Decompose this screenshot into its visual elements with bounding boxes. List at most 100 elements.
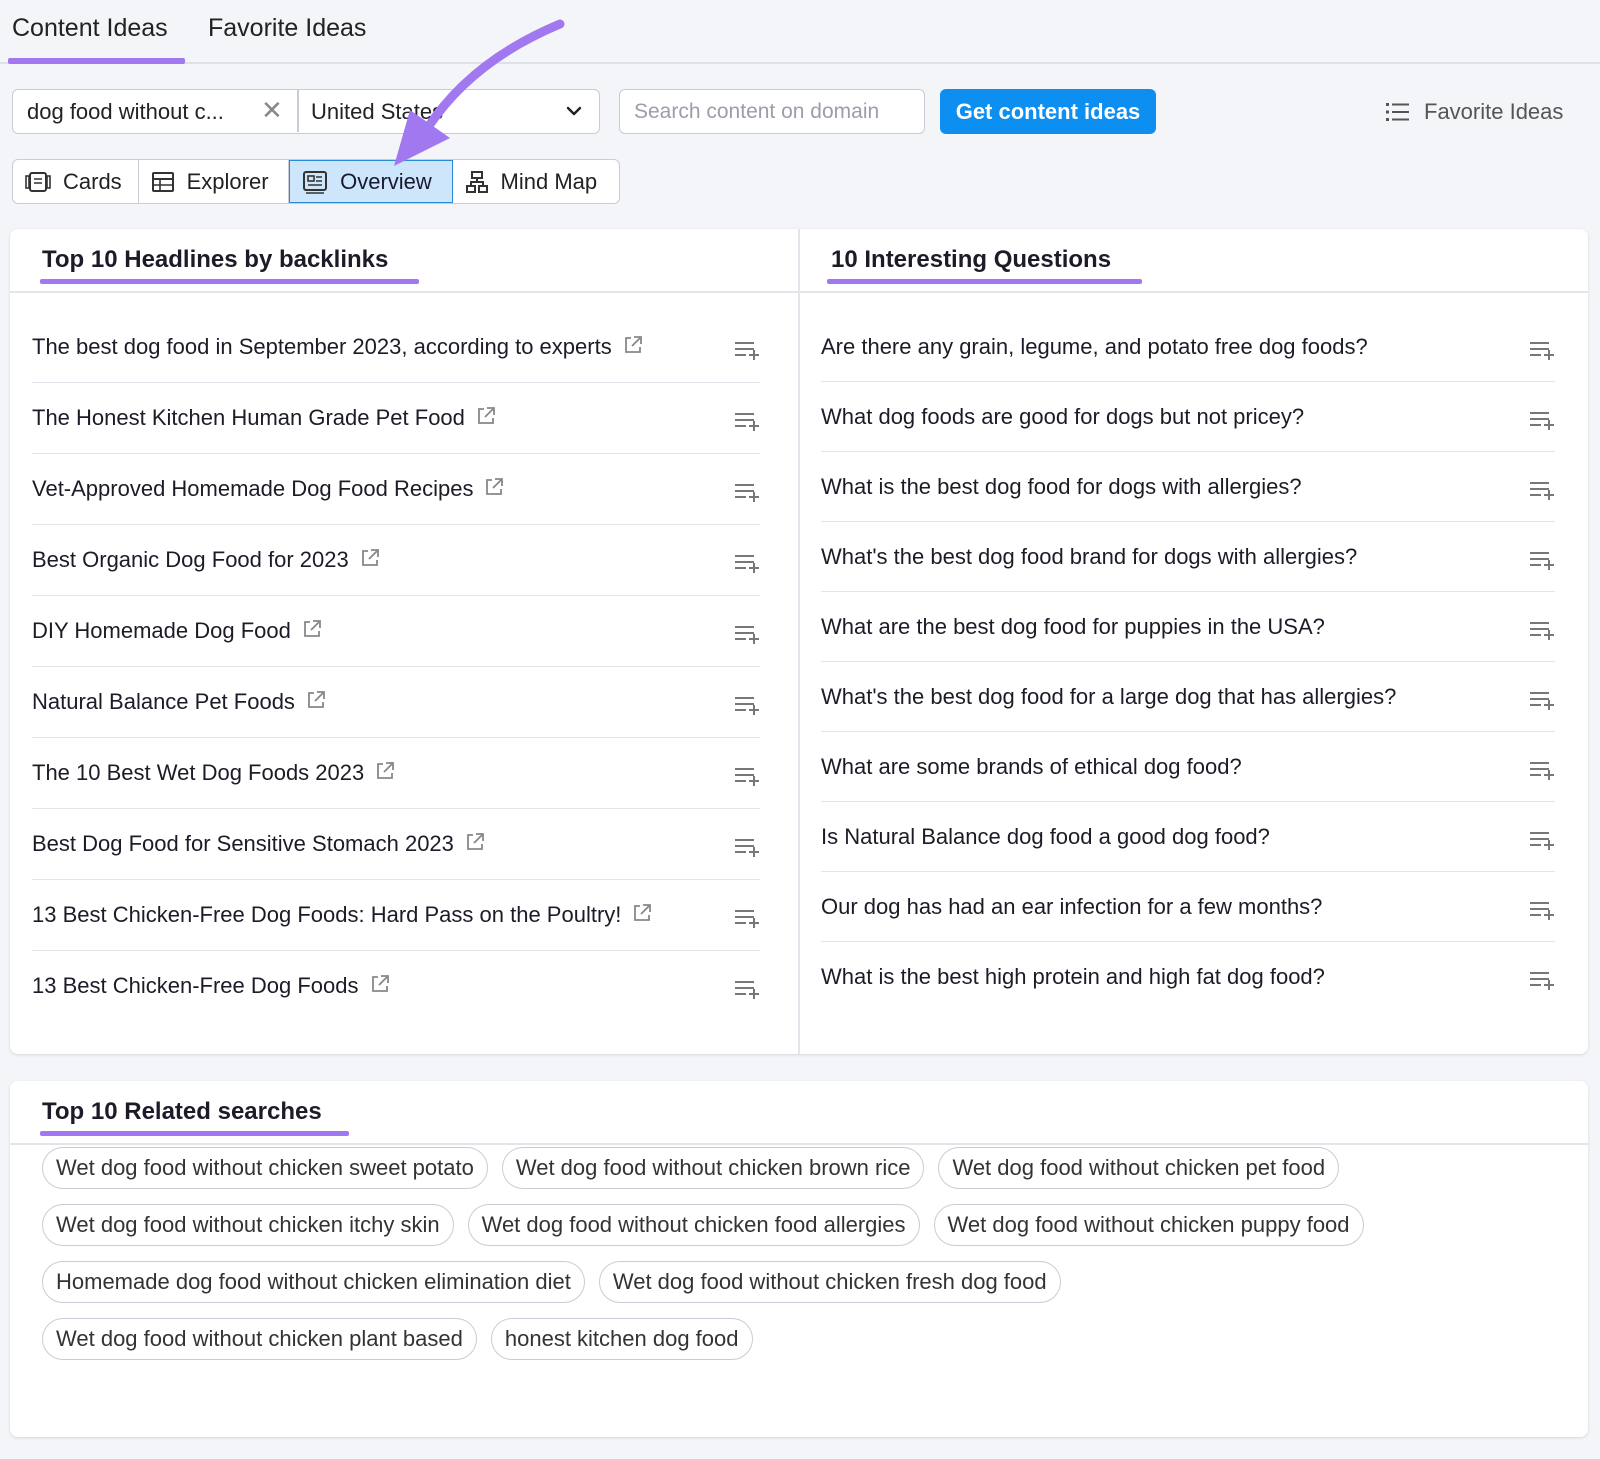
headline-link[interactable]: The Honest Kitchen Human Grade Pet Food — [32, 405, 497, 433]
question-text: What is the best dog food for dogs with … — [821, 474, 1302, 500]
add-to-list-icon[interactable] — [1529, 620, 1555, 647]
external-link-icon[interactable] — [301, 618, 323, 646]
keyword-search-group: dog food without c... ✕ United States — [12, 89, 600, 134]
view-cards-button[interactable]: Cards — [13, 160, 139, 203]
add-to-list-icon[interactable] — [734, 553, 760, 580]
close-icon[interactable]: ✕ — [261, 95, 283, 126]
domain-search-input[interactable] — [619, 89, 925, 134]
headline-link[interactable]: 13 Best Chicken-Free Dog Foods — [32, 973, 391, 1001]
view-overview-label: Overview — [340, 168, 432, 194]
add-to-list-icon[interactable] — [1529, 970, 1555, 997]
list-item: What are some brands of ethical dog food… — [821, 732, 1555, 802]
add-to-list-icon[interactable] — [734, 766, 760, 793]
add-to-list-icon[interactable] — [1529, 830, 1555, 857]
list-item: 13 Best Chicken-Free Dog Foods: Hard Pas… — [32, 880, 760, 951]
view-overview-button[interactable]: Overview — [289, 160, 453, 203]
list-item: Best Organic Dog Food for 2023 — [32, 525, 760, 596]
question-label: What are the best dog food for puppies i… — [821, 614, 1325, 639]
chevron-down-icon[interactable] — [565, 102, 583, 120]
view-explorer-button[interactable]: Explorer — [139, 160, 290, 203]
question-label: What's the best dog food brand for dogs … — [821, 544, 1358, 569]
external-link-icon[interactable] — [369, 973, 391, 1001]
related-search-chip[interactable]: Wet dog food without chicken fresh dog f… — [598, 1261, 1061, 1303]
headline-text: Natural Balance Pet Foods — [32, 689, 295, 714]
external-link-icon[interactable] — [464, 831, 486, 859]
headline-text: Vet-Approved Homemade Dog Food Recipes — [32, 476, 474, 501]
headline-text: The Honest Kitchen Human Grade Pet Food — [32, 405, 465, 430]
related-chips: Wet dog food without chicken sweet potat… — [42, 1147, 1542, 1375]
add-to-list-icon[interactable] — [1529, 340, 1555, 367]
related-search-chip[interactable]: Homemade dog food without chicken elimin… — [42, 1261, 585, 1303]
tab-content-ideas[interactable]: Content Ideas — [12, 14, 168, 43]
overview-icon — [303, 170, 328, 194]
headline-link[interactable]: DIY Homemade Dog Food — [32, 618, 323, 646]
headlines-list: The best dog food in September 2023, acc… — [32, 312, 760, 1022]
chip-row: Wet dog food without chicken itchy skin W… — [42, 1204, 1542, 1246]
external-link-icon[interactable] — [374, 760, 396, 788]
list-item: What is the best dog food for dogs with … — [821, 452, 1555, 522]
headline-link[interactable]: Best Organic Dog Food for 2023 — [32, 547, 381, 575]
chip-row: Wet dog food without chicken sweet potat… — [42, 1147, 1542, 1189]
keyword-input[interactable]: dog food without c... — [27, 99, 224, 125]
add-to-list-icon[interactable] — [1529, 760, 1555, 787]
related-search-chip[interactable]: Wet dog food without chicken puppy food — [933, 1204, 1364, 1246]
add-to-list-icon[interactable] — [734, 624, 760, 651]
headline-link[interactable]: Natural Balance Pet Foods — [32, 689, 327, 717]
related-search-chip[interactable]: honest kitchen dog food — [490, 1318, 753, 1360]
external-link-icon[interactable] — [359, 547, 381, 575]
add-to-list-icon[interactable] — [1529, 410, 1555, 437]
question-text: What is the best high protein and high f… — [821, 964, 1325, 990]
add-to-list-icon[interactable] — [734, 979, 760, 1006]
database-select[interactable]: United States — [311, 99, 443, 125]
headline-link[interactable]: Vet-Approved Homemade Dog Food Recipes — [32, 476, 505, 504]
add-to-list-icon[interactable] — [734, 340, 760, 367]
divider — [798, 229, 800, 1054]
related-search-chip[interactable]: Wet dog food without chicken plant based — [42, 1318, 477, 1360]
external-link-icon[interactable] — [631, 902, 653, 930]
add-to-list-icon[interactable] — [1529, 550, 1555, 577]
related-search-chip[interactable]: Wet dog food without chicken pet food — [938, 1147, 1340, 1189]
list-item: The Honest Kitchen Human Grade Pet Food — [32, 383, 760, 454]
external-link-icon[interactable] — [475, 405, 497, 433]
question-label: Is Natural Balance dog food a good dog f… — [821, 824, 1270, 849]
list-item: Best Dog Food for Sensitive Stomach 2023 — [32, 809, 760, 880]
add-to-list-icon[interactable] — [734, 695, 760, 722]
get-content-ideas-button[interactable]: Get content ideas — [940, 89, 1156, 134]
list-item: Is Natural Balance dog food a good dog f… — [821, 802, 1555, 872]
list-item: What is the best high protein and high f… — [821, 942, 1555, 1012]
external-link-icon[interactable] — [622, 334, 644, 362]
external-link-icon[interactable] — [305, 689, 327, 717]
view-mindmap-button[interactable]: Mind Map — [453, 160, 619, 203]
headline-link[interactable]: 13 Best Chicken-Free Dog Foods: Hard Pas… — [32, 902, 653, 930]
headline-link[interactable]: Best Dog Food for Sensitive Stomach 2023 — [32, 831, 486, 859]
headline-text: 13 Best Chicken-Free Dog Foods — [32, 973, 359, 998]
question-text: Is Natural Balance dog food a good dog f… — [821, 824, 1270, 850]
mind-map-icon — [465, 170, 488, 193]
tab-favorite-ideas[interactable]: Favorite Ideas — [208, 14, 366, 43]
related-title: Top 10 Related searches — [42, 1098, 322, 1125]
favorite-ideas-label: Favorite Ideas — [1424, 99, 1564, 124]
questions-title: 10 Interesting Questions — [831, 246, 1112, 273]
favorite-ideas-link[interactable]: Favorite Ideas — [1386, 98, 1563, 126]
add-to-list-icon[interactable] — [1529, 900, 1555, 927]
list-item: Are there any grain, legume, and potato … — [821, 312, 1555, 382]
add-to-list-icon[interactable] — [734, 411, 760, 438]
question-text: What's the best dog food for a large dog… — [821, 684, 1396, 710]
headline-link[interactable]: The best dog food in September 2023, acc… — [32, 334, 644, 362]
list-item: The 10 Best Wet Dog Foods 2023 — [32, 738, 760, 809]
headline-text: 13 Best Chicken-Free Dog Foods: Hard Pas… — [32, 902, 622, 927]
add-to-list-icon[interactable] — [734, 908, 760, 935]
add-to-list-icon[interactable] — [734, 837, 760, 864]
add-to-list-icon[interactable] — [1529, 690, 1555, 717]
list-item: 13 Best Chicken-Free Dog Foods — [32, 951, 760, 1022]
headline-link[interactable]: The 10 Best Wet Dog Foods 2023 — [32, 760, 396, 788]
external-link-icon[interactable] — [483, 476, 505, 504]
related-searches-panel: Top 10 Related searches Wet dog food wit… — [10, 1081, 1588, 1437]
list-item: DIY Homemade Dog Food — [32, 596, 760, 667]
related-search-chip[interactable]: Wet dog food without chicken itchy skin — [42, 1204, 454, 1246]
add-to-list-icon[interactable] — [1529, 480, 1555, 507]
related-search-chip[interactable]: Wet dog food without chicken brown rice — [501, 1147, 925, 1189]
related-search-chip[interactable]: Wet dog food without chicken food allerg… — [467, 1204, 920, 1246]
add-to-list-icon[interactable] — [734, 482, 760, 509]
related-search-chip[interactable]: Wet dog food without chicken sweet potat… — [42, 1147, 488, 1189]
